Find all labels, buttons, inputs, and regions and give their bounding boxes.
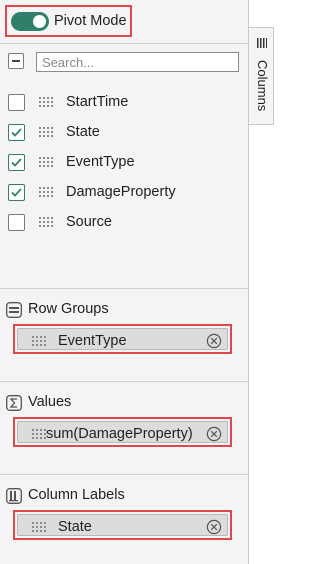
- chip-label: State: [58, 519, 92, 535]
- tab-columns-label: Columns: [255, 60, 270, 112]
- column-labels-header: Column Labels: [0, 485, 248, 507]
- tab-columns[interactable]: Columns: [249, 27, 274, 125]
- columns-icon: [257, 38, 267, 48]
- sigma-icon: [6, 395, 22, 411]
- chip-label: EventType: [58, 333, 127, 349]
- column-name: EventType: [66, 154, 135, 170]
- column-checkbox[interactable]: [8, 154, 25, 171]
- row-groups-icon: [6, 302, 22, 318]
- drag-handle-icon[interactable]: [39, 187, 53, 197]
- column-labels-icon: [6, 488, 22, 504]
- column-name: Source: [66, 214, 112, 230]
- column-checkbox[interactable]: [8, 94, 25, 111]
- value-chip[interactable]: sum(DamageProperty): [17, 421, 228, 443]
- pivot-mode-toggle[interactable]: [11, 12, 49, 31]
- column-item-damageproperty[interactable]: DamageProperty: [0, 178, 248, 208]
- select-all-checkbox[interactable]: [8, 53, 24, 69]
- toggle-knob: [33, 15, 46, 28]
- column-label-chip[interactable]: State: [17, 514, 228, 536]
- values-drop-zone[interactable]: sum(DamageProperty): [13, 417, 232, 447]
- row-groups-drop-zone[interactable]: EventType: [13, 324, 232, 354]
- column-name: State: [66, 124, 100, 140]
- chip-label: sum(DamageProperty): [46, 426, 193, 442]
- search-input[interactable]: [36, 52, 239, 72]
- column-labels-drop-zone[interactable]: State: [13, 510, 232, 540]
- divider: [0, 381, 248, 382]
- column-name: DamageProperty: [66, 184, 176, 200]
- column-item-starttime[interactable]: StartTime: [0, 88, 248, 118]
- values-title: Values: [28, 394, 72, 410]
- drag-handle-icon[interactable]: [39, 127, 53, 137]
- tool-panel: Pivot Mode StartTime State EventType Dam…: [0, 0, 248, 564]
- checkmark-icon: [11, 158, 22, 167]
- remove-icon[interactable]: [206, 519, 222, 535]
- row-groups-header: Row Groups: [0, 299, 248, 321]
- checkmark-icon: [11, 188, 22, 197]
- side-bar: Columns: [248, 0, 274, 564]
- divider: [0, 43, 248, 44]
- column-name: StartTime: [66, 94, 129, 110]
- column-labels-title: Column Labels: [28, 487, 125, 503]
- row-groups-title: Row Groups: [28, 301, 109, 317]
- values-header: Values: [0, 392, 248, 414]
- divider: [0, 288, 248, 289]
- remove-icon[interactable]: [206, 333, 222, 349]
- drag-handle-icon[interactable]: [39, 157, 53, 167]
- pivot-mode-label: Pivot Mode: [54, 13, 127, 29]
- column-checkbox[interactable]: [8, 184, 25, 201]
- drag-handle-icon[interactable]: [39, 217, 53, 227]
- drag-handle-icon[interactable]: [32, 429, 46, 439]
- drag-handle-icon[interactable]: [32, 336, 46, 346]
- column-checkbox[interactable]: [8, 214, 25, 231]
- remove-icon[interactable]: [206, 426, 222, 442]
- checkmark-icon: [11, 128, 22, 137]
- drag-handle-icon[interactable]: [39, 97, 53, 107]
- row-group-chip[interactable]: EventType: [17, 328, 228, 350]
- pivot-mode-control[interactable]: Pivot Mode: [5, 5, 132, 37]
- column-item-state[interactable]: State: [0, 118, 248, 148]
- divider: [0, 474, 248, 475]
- drag-handle-icon[interactable]: [32, 522, 46, 532]
- column-item-eventtype[interactable]: EventType: [0, 148, 248, 178]
- column-checkbox[interactable]: [8, 124, 25, 141]
- column-item-source[interactable]: Source: [0, 208, 248, 238]
